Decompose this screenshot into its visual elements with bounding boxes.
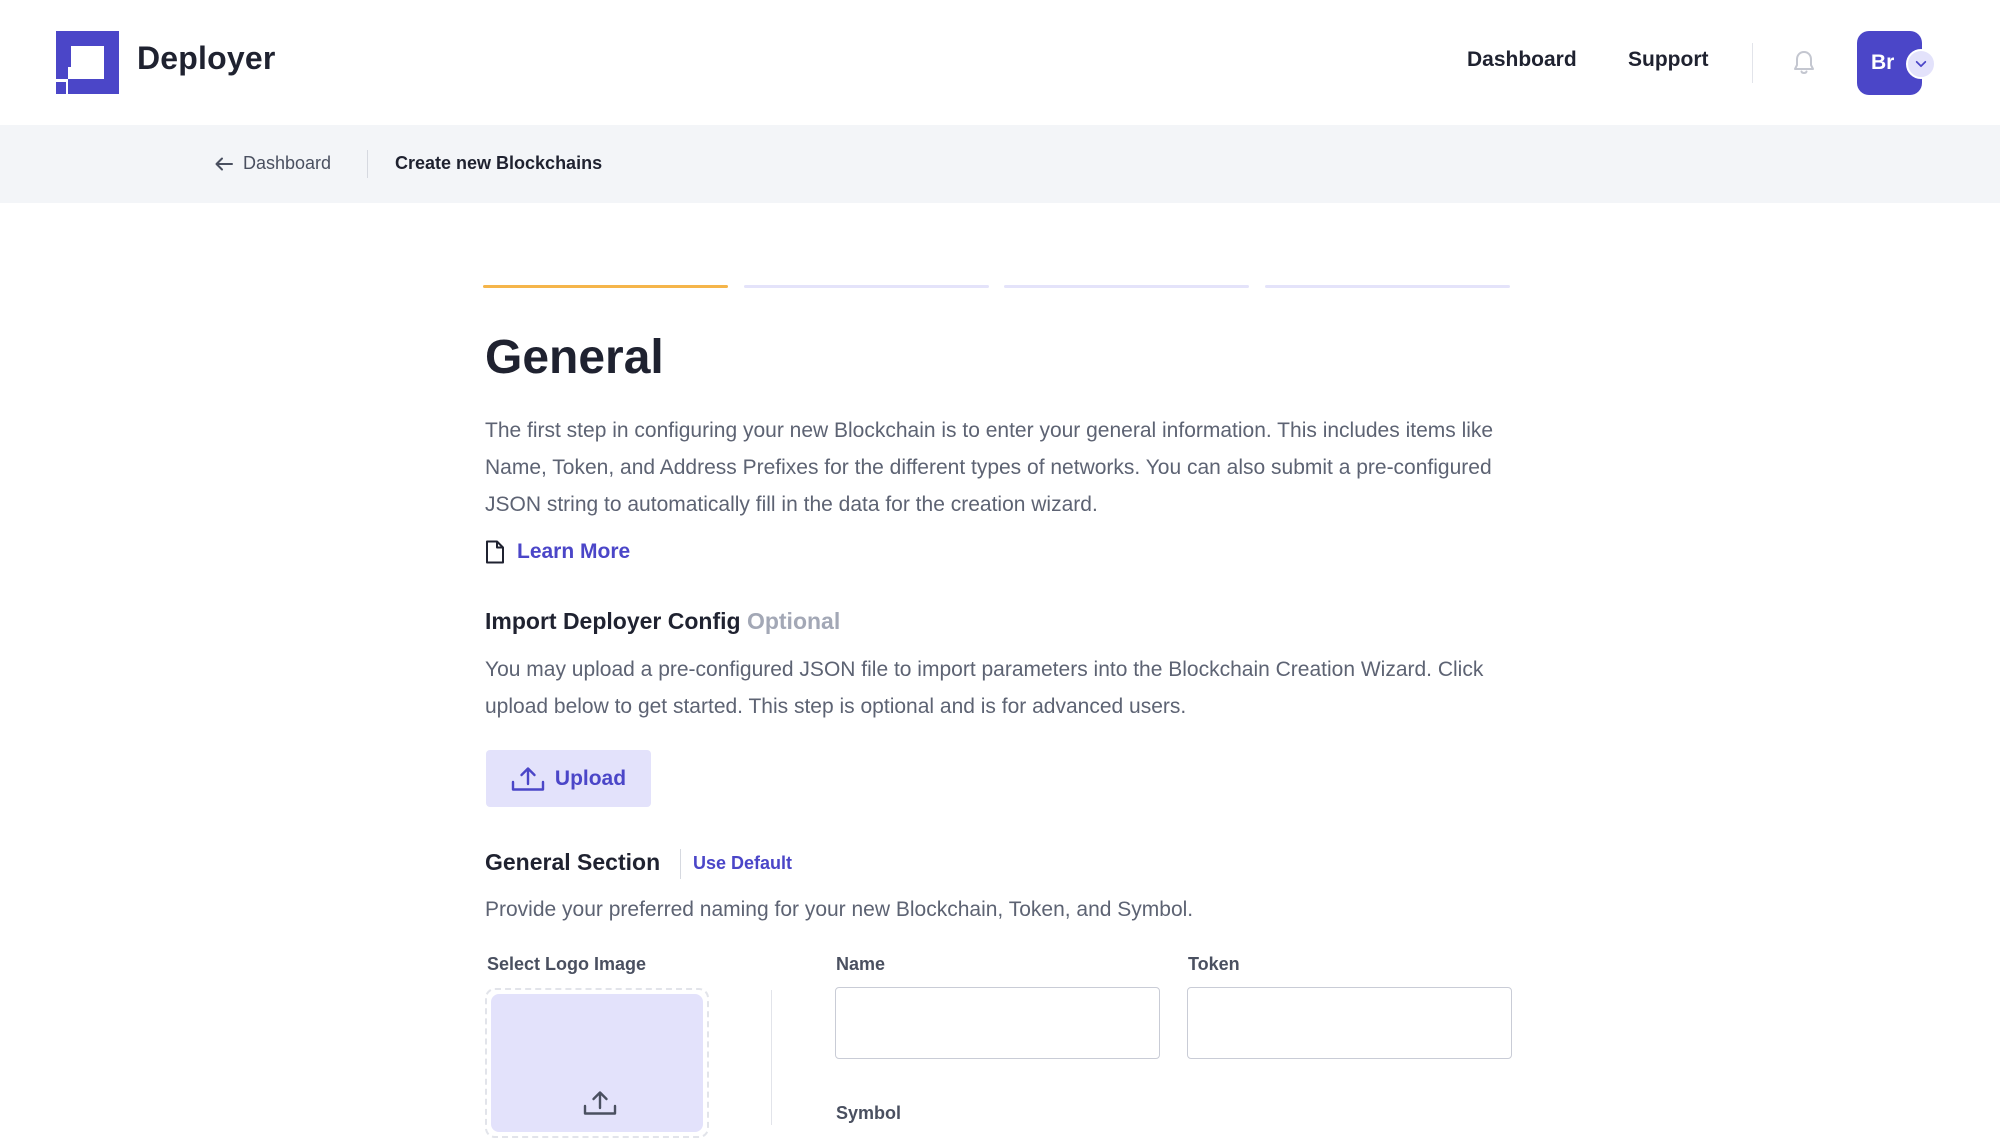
document-icon xyxy=(486,540,504,564)
page-title: General xyxy=(485,331,664,384)
learn-more-label: Learn More xyxy=(517,540,631,563)
column-divider xyxy=(771,990,772,1125)
step-indicator-3 xyxy=(1004,285,1249,288)
nav-divider xyxy=(1752,43,1753,83)
intro-text: The first step in configuring your new B… xyxy=(485,419,1494,516)
learn-more-link[interactable]: Learn More xyxy=(485,540,630,564)
token-label: Token xyxy=(1188,954,1240,974)
brand-name: Deployer xyxy=(137,40,276,76)
import-config-description: You may upload a pre-configured JSON fil… xyxy=(485,658,1484,718)
nav-dashboard-link[interactable]: Dashboard xyxy=(1467,48,1577,72)
upload-button-label: Upload xyxy=(554,766,627,790)
step-indicator-1 xyxy=(483,285,728,288)
breadcrumb-separator xyxy=(367,150,368,178)
token-input[interactable] xyxy=(1187,987,1512,1059)
logo-image-dropzone[interactable] xyxy=(485,988,709,1138)
arrow-left-icon xyxy=(215,157,233,170)
general-section-description: Provide your preferred naming for your n… xyxy=(485,898,1194,921)
logo-image-upload-area[interactable] xyxy=(491,994,703,1132)
name-label: Name xyxy=(836,954,886,974)
upload-icon xyxy=(583,1091,617,1115)
breadcrumb-back-link[interactable]: Dashboard xyxy=(215,153,331,174)
symbol-label: Symbol xyxy=(836,1103,902,1123)
section-title-divider xyxy=(680,849,681,879)
logo-image-label: Select Logo Image xyxy=(487,954,647,974)
import-config-title: Import Deployer Config Optional xyxy=(485,608,840,635)
name-input[interactable] xyxy=(835,987,1160,1059)
breadcrumb: Dashboard Create new Blockchains xyxy=(0,125,2000,203)
upload-config-button[interactable]: Upload xyxy=(486,750,651,807)
import-config-title-text: Import Deployer Config xyxy=(485,608,741,634)
chevron-down-icon[interactable] xyxy=(1906,49,1936,79)
step-indicator-4 xyxy=(1265,285,1510,288)
general-section-title: General Section xyxy=(485,849,661,875)
top-navbar: Deployer Dashboard Support Br xyxy=(0,0,2000,125)
bell-icon[interactable] xyxy=(1792,49,1816,77)
step-indicator-2 xyxy=(744,285,989,288)
optional-tag: Optional xyxy=(746,608,841,634)
nav-support-link[interactable]: Support xyxy=(1628,48,1708,72)
use-default-link[interactable]: Use Default xyxy=(693,853,792,874)
deployer-logo[interactable] xyxy=(56,31,119,94)
breadcrumb-current: Create new Blockchains xyxy=(395,153,603,173)
upload-icon xyxy=(511,766,545,791)
breadcrumb-back-label: Dashboard xyxy=(243,153,332,173)
